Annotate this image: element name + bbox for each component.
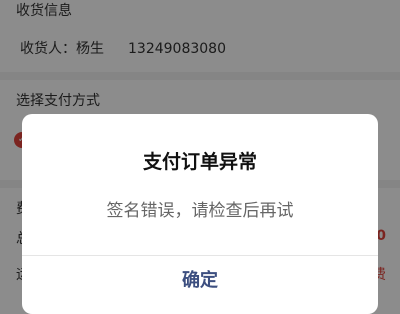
confirm-button[interactable]: 确定 [22, 256, 378, 314]
dialog-message: 签名错误，请检查后再试 [106, 201, 294, 221]
payment-error-dialog: 支付订单异常 签名错误，请检查后再试 确定 [22, 114, 378, 314]
dialog-title: 支付订单异常 [142, 151, 257, 173]
